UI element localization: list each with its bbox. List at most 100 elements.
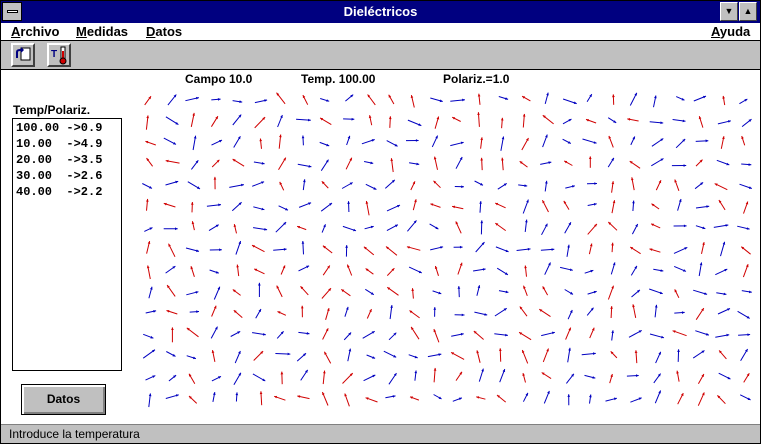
- dipole-arrow: [165, 394, 179, 399]
- dipole-arrow: [253, 227, 268, 231]
- dipole-arrow: [631, 289, 641, 298]
- dipole-arrow: [455, 221, 462, 234]
- dipole-arrow: [410, 181, 416, 191]
- datos-button[interactable]: Datos: [21, 384, 106, 415]
- dipole-arrow: [501, 157, 504, 171]
- menu-archivo[interactable]: Archivo: [11, 24, 59, 39]
- dipole-arrow: [655, 351, 662, 364]
- dipole-arrow: [213, 286, 221, 300]
- dipole-arrow: [717, 120, 732, 125]
- dipole-arrow: [650, 223, 661, 229]
- dipole-arrow: [188, 395, 198, 404]
- list-item[interactable]: 40.00 ->2.2: [16, 185, 118, 201]
- dipole-arrow: [474, 311, 488, 316]
- dipole-arrow: [341, 182, 353, 189]
- dipole-arrow: [634, 350, 638, 364]
- dipole-arrow: [342, 225, 357, 232]
- dipole-arrow: [739, 394, 751, 401]
- dipole-arrow: [253, 268, 265, 275]
- dipole-arrow: [302, 179, 306, 191]
- dipole-arrow: [185, 247, 200, 253]
- dipole-arrow: [211, 159, 220, 168]
- dipole-arrow: [697, 373, 705, 385]
- dipole-arrow: [671, 164, 687, 167]
- dipole-arrow: [384, 179, 396, 189]
- list-item[interactable]: 20.00 ->3.5: [16, 153, 118, 169]
- dipole-arrow: [211, 375, 222, 382]
- dipole-arrow: [433, 156, 438, 170]
- dipole-arrow: [142, 349, 156, 359]
- dipole-arrow: [231, 201, 242, 212]
- dipole-arrow: [480, 157, 483, 171]
- dipole-arrow: [611, 181, 615, 193]
- dipole-arrow: [649, 288, 663, 295]
- menu-medidas[interactable]: Medidas: [76, 24, 128, 39]
- dipole-arrow: [715, 268, 728, 276]
- minimize-button[interactable]: ▼: [720, 2, 738, 21]
- temperature-button[interactable]: T: [47, 43, 71, 67]
- dipole-arrow: [434, 116, 440, 129]
- dipole-arrow: [695, 330, 710, 336]
- dipole-arrow: [362, 330, 375, 339]
- dipole-arrow: [322, 328, 329, 340]
- dipole-arrow: [320, 98, 330, 102]
- dipole-arrow: [206, 203, 222, 207]
- dipole-arrow: [365, 288, 375, 296]
- dipole-arrow: [191, 159, 199, 170]
- dipole-arrow: [718, 199, 726, 211]
- dipole-arrow: [611, 330, 614, 341]
- dipole-arrow: [235, 392, 239, 402]
- dipole-arrow: [259, 391, 263, 406]
- dipole-arrow: [343, 332, 352, 341]
- dipole-arrow: [695, 225, 706, 230]
- dipole-arrow: [541, 223, 548, 236]
- dipole-arrow: [145, 140, 156, 146]
- dipole-arrow: [278, 205, 289, 211]
- dipole-arrow: [298, 265, 310, 272]
- dipole-arrow: [386, 267, 395, 276]
- dipole-arrow: [186, 291, 199, 296]
- menu-ayuda[interactable]: Ayuda: [711, 24, 750, 39]
- dipole-arrow: [412, 199, 417, 211]
- dipole-arrow: [676, 370, 680, 382]
- dipole-arrow: [716, 292, 727, 296]
- dipole-arrow: [586, 93, 593, 103]
- dipole-arrow: [298, 202, 312, 208]
- dipole-arrow: [143, 333, 154, 339]
- dipole-arrow: [341, 288, 351, 297]
- dipole-arrow: [433, 180, 441, 189]
- dipole-arrow: [387, 286, 399, 296]
- titlebar: Dieléctricos ▼ ▲: [1, 1, 760, 23]
- dipole-arrow: [453, 245, 463, 249]
- dipole-arrow: [409, 162, 420, 166]
- dipole-arrow: [450, 141, 464, 147]
- toolbar: T: [1, 41, 760, 70]
- dipole-arrow: [651, 138, 664, 147]
- dipole-arrow: [586, 182, 598, 185]
- dipole-arrow: [452, 397, 463, 402]
- dipole-arrow: [567, 309, 573, 320]
- dipole-arrow: [473, 330, 484, 340]
- dipole-arrow: [210, 326, 218, 339]
- list-item[interactable]: 100.00 ->0.9: [16, 121, 118, 137]
- dipole-arrow: [450, 351, 465, 360]
- dipole-arrow: [251, 244, 265, 253]
- dipole-arrow: [499, 368, 506, 383]
- list-item[interactable]: 30.00 ->2.6: [16, 169, 118, 185]
- list-item[interactable]: 10.00 ->4.9: [16, 137, 118, 153]
- maximize-button[interactable]: ▲: [739, 2, 757, 21]
- menu-datos[interactable]: Datos: [146, 24, 182, 39]
- dipole-arrow: [409, 310, 420, 319]
- dipole-arrow: [390, 158, 394, 173]
- temp-polarization-list[interactable]: 100.00 ->0.9 10.00 ->4.9 20.00 ->3.5 30.…: [12, 118, 122, 371]
- dipole-arrow: [385, 246, 398, 256]
- dipole-arrow: [209, 269, 219, 274]
- dipole-arrow: [298, 331, 310, 335]
- dipole-arrow: [478, 368, 484, 382]
- dipole-arrow: [628, 329, 642, 338]
- dipole-arrow: [651, 158, 664, 167]
- dipole-arrow: [366, 354, 376, 359]
- open-file-button[interactable]: [11, 43, 35, 67]
- dipole-arrow: [475, 241, 485, 253]
- dipole-arrow: [431, 135, 439, 148]
